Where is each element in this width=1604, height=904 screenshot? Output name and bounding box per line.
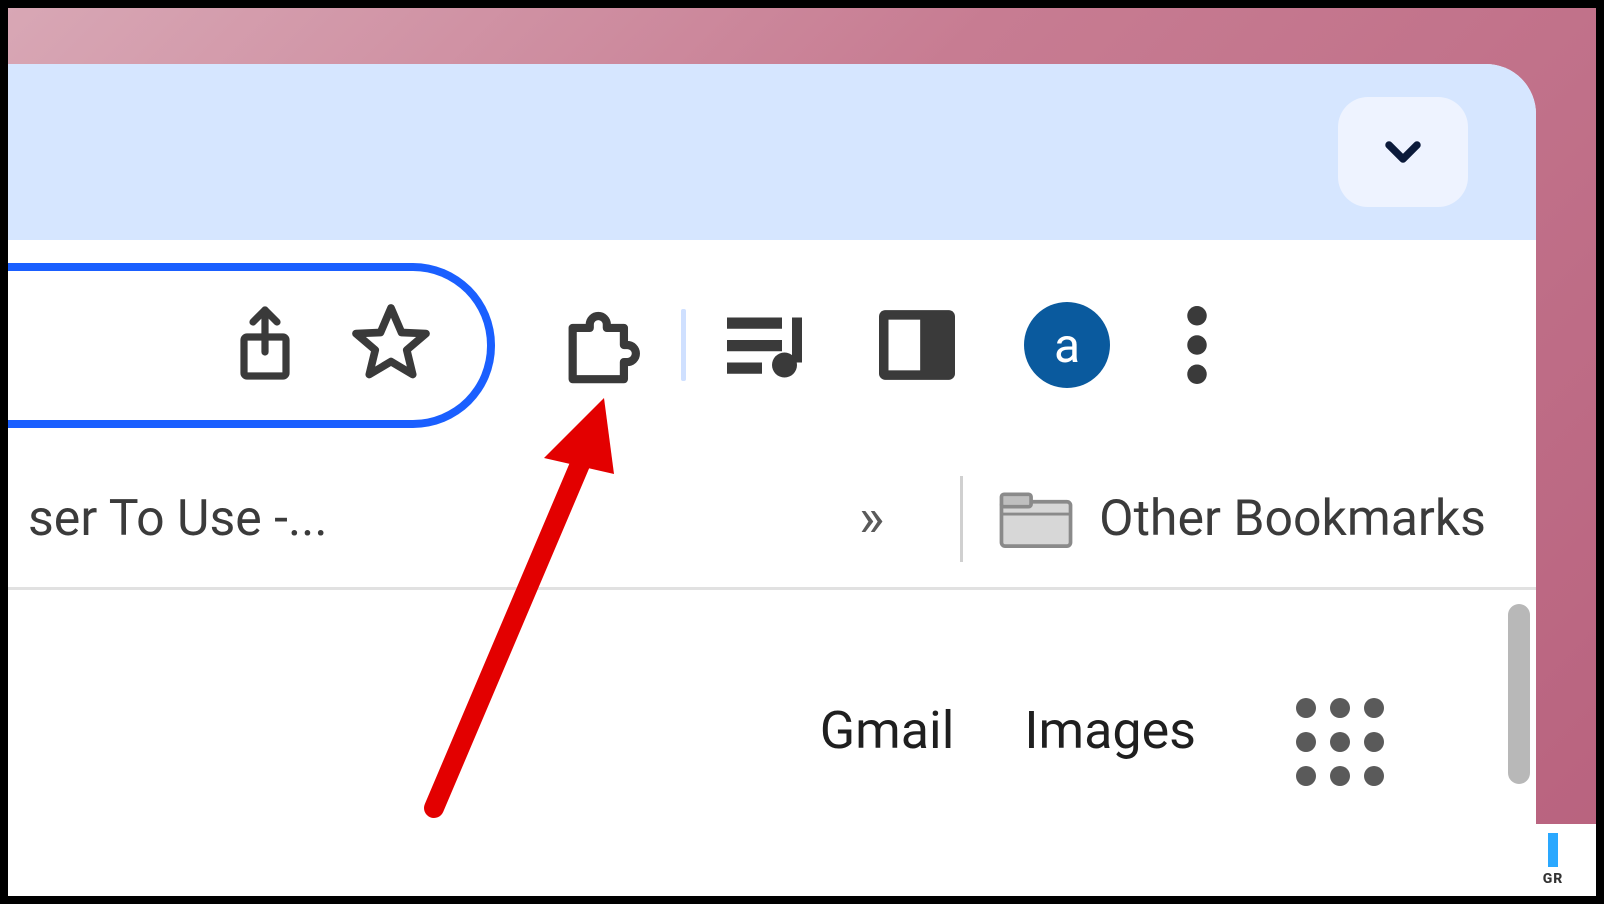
tab-strip: [8, 64, 1536, 240]
extensions-button[interactable]: [525, 285, 675, 405]
share-button[interactable]: [229, 301, 301, 389]
page-content: Gmail Images: [8, 590, 1536, 850]
gmail-link[interactable]: Gmail: [820, 700, 955, 761]
google-apps-button[interactable]: [1296, 698, 1386, 788]
puzzle-piece-icon: [559, 304, 641, 386]
watermark: GR: [1510, 824, 1596, 896]
watermark-bar: [1548, 833, 1558, 867]
toolbar-actions: a: [525, 285, 1252, 405]
kebab-menu-icon: [1187, 306, 1207, 384]
browser-toolbar: a: [8, 240, 1536, 450]
profile-button[interactable]: a: [992, 285, 1142, 405]
toolbar-separator: [681, 309, 686, 381]
media-control-button[interactable]: [692, 285, 842, 405]
side-panel-button[interactable]: [842, 285, 992, 405]
tab-search-dropdown[interactable]: [1338, 97, 1468, 207]
folder-icon: [999, 489, 1073, 549]
profile-letter: a: [1054, 317, 1080, 374]
bookmark-star-button[interactable]: [349, 301, 433, 389]
other-bookmarks-label: Other Bookmarks: [1099, 490, 1486, 548]
bookmarks-overflow-button[interactable]: »: [819, 487, 924, 550]
share-icon: [229, 301, 301, 385]
profile-avatar: a: [1024, 302, 1110, 388]
images-link[interactable]: Images: [1024, 700, 1196, 761]
music-queue-icon: [727, 311, 807, 379]
watermark-text: GR: [1543, 871, 1564, 887]
bookmarks-bar: ser To Use -... » Other Bookmarks: [8, 450, 1536, 590]
vertical-scrollbar[interactable]: [1502, 604, 1536, 824]
bookmark-item-truncated[interactable]: ser To Use -...: [28, 490, 328, 548]
google-header-links: Gmail Images: [820, 700, 1196, 761]
apps-grid-dot: [1296, 698, 1316, 718]
side-panel-icon: [879, 309, 955, 381]
chevron-down-icon: [1375, 124, 1431, 180]
screenshot-frame: a ser To Use -... »: [0, 0, 1604, 904]
address-bar-fragment[interactable]: [8, 263, 495, 428]
other-bookmarks-button[interactable]: Other Bookmarks: [999, 489, 1516, 549]
scrollbar-thumb[interactable]: [1508, 604, 1530, 784]
star-icon: [349, 301, 433, 385]
chrome-menu-button[interactable]: [1142, 285, 1252, 405]
browser-window: a ser To Use -... »: [8, 64, 1536, 896]
bookmarks-separator: [960, 476, 963, 562]
